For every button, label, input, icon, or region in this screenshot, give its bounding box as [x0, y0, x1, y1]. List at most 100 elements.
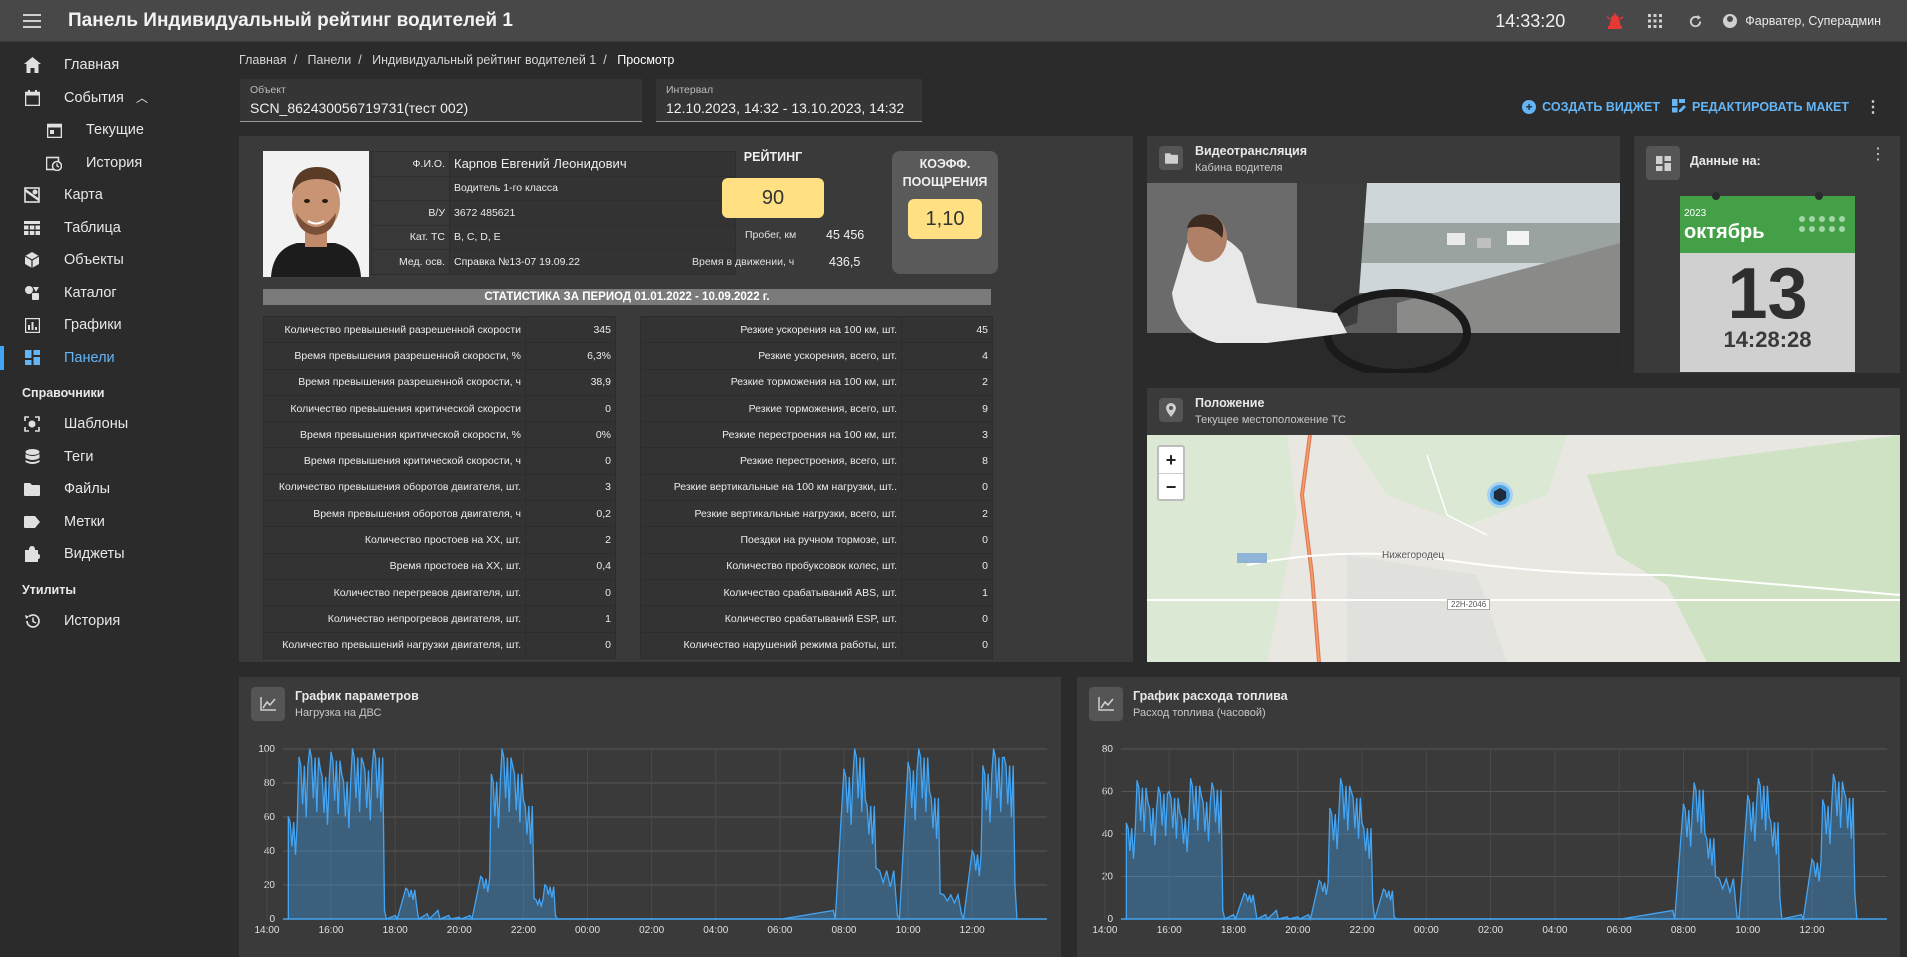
- x-tick-label: 08:00: [1671, 925, 1696, 936]
- menu-icon[interactable]: [0, 0, 64, 42]
- table-row: Время превышения критической скорости, ч…: [263, 447, 616, 475]
- data-point: [1125, 822, 1128, 825]
- edit-layout-icon: [1671, 98, 1686, 116]
- edit-layout-button[interactable]: РЕДАКТИРОВАТЬ МАКЕТ: [1671, 98, 1849, 116]
- y-tick-label: 40: [1102, 829, 1114, 840]
- apps-grid-icon[interactable]: [1635, 0, 1675, 42]
- chart-subtitle: Нагрузка на ДВС: [295, 707, 382, 719]
- params-chart[interactable]: 02040608010016:0018:0020:0022:0000:0002:…: [239, 737, 1061, 957]
- breadcrumb-panel[interactable]: Индивидуальный рейтинг водителей 1: [372, 53, 596, 67]
- sidebar-item-widgets[interactable]: Виджеты: [0, 538, 220, 571]
- rating-label: РЕЙТИНГ: [743, 150, 803, 164]
- sidebar-item-current[interactable]: Текущие: [0, 114, 220, 147]
- table-row: Мед. осв. Справка №13-07 19.09.22: [371, 249, 736, 275]
- map-icon: [22, 186, 42, 204]
- data-point: [982, 765, 984, 767]
- sidebar-item-tags[interactable]: Теги: [0, 441, 220, 474]
- user-name: Фарватер, Суперадмин: [1745, 14, 1881, 28]
- breadcrumb-current: Просмотр: [617, 53, 675, 67]
- data-point: [586, 918, 589, 920]
- create-widget-button[interactable]: + СОЗДАТЬ ВИДЖЕТ: [1522, 100, 1660, 114]
- stat-label: Количество срабатываний ABS, шт.: [640, 578, 902, 607]
- object-field[interactable]: Объект SCN_862430056719731(тест 002): [240, 79, 642, 122]
- video-stream[interactable]: [1147, 183, 1620, 373]
- stats-table-right: Резкие ускорения на 100 км, шт. 45 Резкие …: [640, 315, 993, 659]
- stat-value: 0: [525, 578, 616, 607]
- driver-field-key: Кат. ТС: [371, 224, 450, 250]
- table-row: Количество простоев на ХХ, шт. 2: [263, 526, 616, 554]
- user-menu[interactable]: Фарватер, Суперадмин: [1723, 14, 1881, 28]
- table-icon: [22, 219, 42, 237]
- alarm-icon[interactable]: [1595, 0, 1635, 42]
- data-point: [287, 816, 290, 818]
- table-row: В/У 3672 485621: [371, 200, 736, 226]
- sidebar-item-history[interactable]: История: [0, 605, 220, 638]
- x-tick-label: 00:00: [575, 925, 600, 936]
- page-title: Панель Индивидуальный рейтинг водителей …: [68, 9, 513, 31]
- sidebar-item-label: Каталог: [64, 284, 117, 301]
- calendar-day: 13: [1727, 254, 1808, 334]
- sidebar-item-charts[interactable]: Графики: [0, 309, 220, 342]
- chevron-up-icon[interactable]: ︿: [136, 89, 148, 106]
- x-tick-label: 14:00: [254, 925, 279, 936]
- sidebar-item-panels[interactable]: Панели: [0, 342, 220, 375]
- breadcrumb-panels[interactable]: Панели: [308, 53, 352, 67]
- catalog-icon: [22, 284, 42, 302]
- sidebar-item-label: Таблица: [64, 219, 121, 236]
- calendar-history-icon: [44, 154, 64, 172]
- dashboard-icon: [22, 349, 42, 367]
- stat-value: 0: [901, 631, 993, 659]
- home-icon: [22, 56, 42, 74]
- sidebar-item-home[interactable]: Главная: [0, 49, 220, 82]
- fuel-chart[interactable]: 0 20 40 60 80 16:00 18:00 20:00 22:00 00:00 02:00 0…: [1077, 737, 1900, 957]
- zoom-in-button[interactable]: +: [1159, 447, 1183, 473]
- sidebar-item-templates[interactable]: Шаблоны: [0, 408, 220, 441]
- sidebar-item-events[interactable]: События ︿: [0, 82, 220, 115]
- data-point: [1232, 913, 1235, 916]
- data-point: [405, 887, 407, 890]
- data-point: [437, 909, 439, 912]
- more-vert-icon[interactable]: ⋮: [1870, 144, 1886, 164]
- sidebar-item-labels[interactable]: Метки: [0, 506, 220, 539]
- rating-value: 90: [722, 178, 824, 218]
- sidebar-item-map[interactable]: Карта: [0, 179, 220, 212]
- stat-label: Количество пробуксовок колес, шт.: [640, 552, 902, 580]
- data-point: [1693, 782, 1695, 784]
- table-row: Резкие ускорения, всего, шт. 4: [640, 342, 993, 370]
- zoom-out-button[interactable]: −: [1159, 473, 1183, 499]
- more-vert-icon[interactable]: ⋮: [1865, 97, 1881, 117]
- refresh-icon[interactable]: [1675, 0, 1715, 42]
- stat-value: 0,4: [525, 552, 616, 580]
- edit-layout-label: РЕДАКТИРОВАТЬ МАКЕТ: [1691, 100, 1849, 114]
- interval-field[interactable]: Интервал 12.10.2023, 14:32 - 13.10.2023,…: [656, 79, 922, 122]
- data-point: [1757, 777, 1760, 780]
- y-tick-label: 60: [264, 812, 276, 823]
- driver-categories: B, C, D, E: [449, 224, 736, 250]
- stat-value: 4: [901, 342, 993, 370]
- data-point: [490, 773, 493, 776]
- data-point: [960, 913, 963, 915]
- table-row: Время превышения критической скорости, %…: [263, 421, 616, 449]
- stat-label: Резкие торможения, всего, шт.: [640, 394, 902, 423]
- sidebar-item-label: Объекты: [64, 252, 124, 269]
- data-point: [1361, 822, 1363, 825]
- toolbar-actions: + СОЗДАТЬ ВИДЖЕТ РЕДАКТИРОВАТЬ МАКЕТ ⋮: [1522, 97, 1881, 117]
- data-point: [1768, 816, 1770, 818]
- table-row: Резкие торможения, всего, шт. 9: [640, 394, 993, 423]
- vehicle-marker-icon[interactable]: [1487, 482, 1513, 508]
- driver-license: 3672 485621: [449, 200, 736, 226]
- calendar-month: октябрь: [1684, 221, 1765, 243]
- table-row: Количество пробуксовок колес, шт. 0: [640, 552, 993, 580]
- stat-value: 0%: [525, 421, 616, 449]
- map-view[interactable]: Нижегородец 22Н-2046: [1147, 435, 1900, 662]
- sidebar-item-objects[interactable]: Объекты: [0, 244, 220, 277]
- sidebar-item-event-history[interactable]: История: [0, 147, 220, 180]
- breadcrumb-home[interactable]: Главная: [239, 53, 287, 67]
- stat-value: 0: [525, 394, 616, 423]
- sidebar-item-catalog[interactable]: Каталог: [0, 277, 220, 310]
- x-tick-label: 04:00: [703, 925, 728, 936]
- x-tick-label: 12:00: [960, 925, 985, 936]
- sidebar-item-files[interactable]: Файлы: [0, 473, 220, 506]
- data-point: [1393, 916, 1395, 918]
- sidebar-item-table[interactable]: Таблица: [0, 212, 220, 245]
